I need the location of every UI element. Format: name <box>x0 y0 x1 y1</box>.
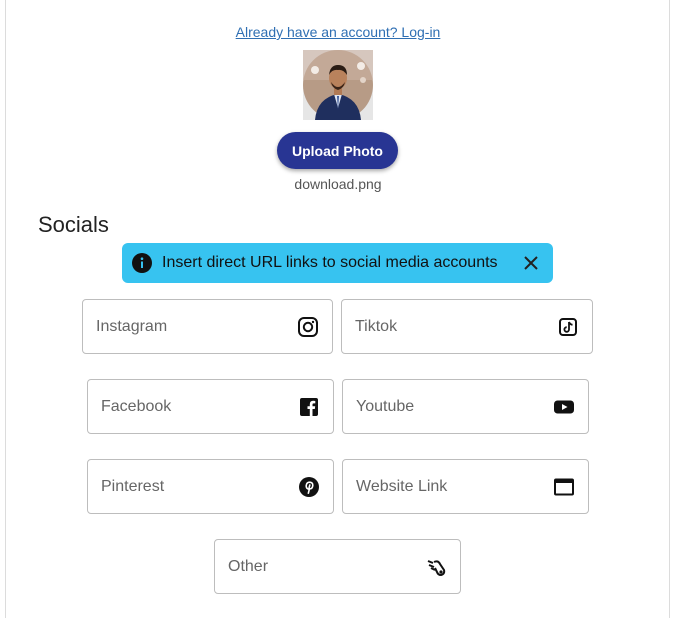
login-link[interactable]: Already have an account? Log-in <box>0 24 676 40</box>
info-alert: Insert direct URL links to social media … <box>122 243 553 283</box>
browser-window-icon <box>553 476 575 498</box>
uploaded-file-name: download.png <box>294 176 382 192</box>
tiktok-input[interactable] <box>355 317 557 336</box>
instagram-field[interactable] <box>82 299 333 354</box>
other-input[interactable] <box>228 557 425 576</box>
youtube-input[interactable] <box>356 397 553 416</box>
facebook-icon <box>298 396 320 418</box>
instagram-icon <box>297 316 319 338</box>
website-link-input[interactable] <box>356 477 553 496</box>
upload-photo-button[interactable]: Upload Photo <box>277 132 398 169</box>
close-icon[interactable] <box>521 253 541 273</box>
avatar-image <box>303 50 373 120</box>
link-icon <box>425 556 447 578</box>
instagram-input[interactable] <box>96 317 297 336</box>
alert-message: Insert direct URL links to social media … <box>162 254 498 271</box>
other-field[interactable] <box>214 539 461 594</box>
facebook-input[interactable] <box>101 397 298 416</box>
youtube-field[interactable] <box>342 379 589 434</box>
avatar <box>303 50 373 120</box>
pinterest-icon <box>298 476 320 498</box>
website-link-field[interactable] <box>342 459 589 514</box>
tiktok-icon <box>557 316 579 338</box>
facebook-field[interactable] <box>87 379 334 434</box>
youtube-icon <box>553 396 575 418</box>
tiktok-field[interactable] <box>341 299 593 354</box>
pinterest-field[interactable] <box>87 459 334 514</box>
pinterest-input[interactable] <box>101 477 298 496</box>
info-icon <box>132 253 152 273</box>
socials-heading: Socials <box>38 212 109 237</box>
